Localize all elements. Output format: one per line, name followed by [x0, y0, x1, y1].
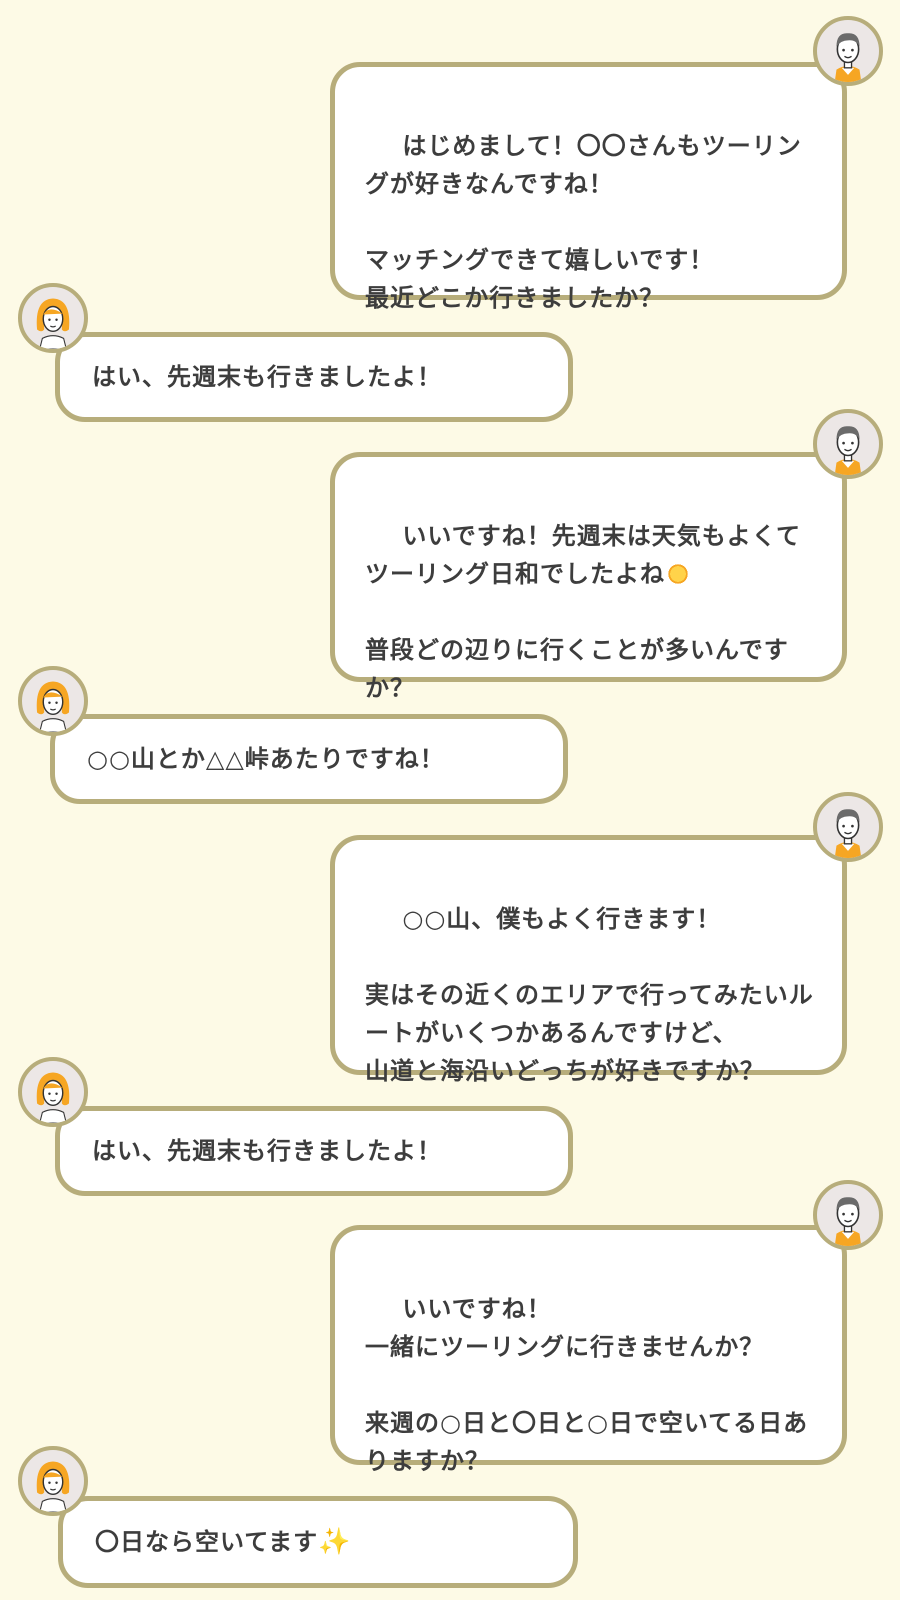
sparkles-emoji-icon: ✨	[318, 1527, 352, 1557]
message-text-continued: 普段どの辺りに行くことが多いんですか？	[365, 636, 789, 702]
chat-message-left: 〇日なら空いてます ✨	[58, 1496, 578, 1588]
chat-message-left: ○○山とか△△峠あたりですね！	[50, 714, 568, 804]
chat-thread: はじめまして！〇〇さんもツーリングが好きなんですね！ マッチングできて嬉しいです…	[0, 0, 900, 1600]
chat-message-left: はい、先週末も行きましたよ！	[55, 332, 573, 422]
message-text: ○○山とか△△峠あたりですね！	[87, 745, 445, 773]
chat-message-right: はじめまして！〇〇さんもツーリングが好きなんですね！ マッチングできて嬉しいです…	[330, 62, 847, 312]
male-avatar-icon	[813, 1180, 883, 1250]
message-text: いいですね！ 一緒にツーリングに行きませんか？ 来週の○日と〇日と○日で空いてる…	[365, 1295, 809, 1475]
male-avatar-icon	[813, 792, 883, 862]
message-text: はい、先週末も行きましたよ！	[92, 363, 442, 391]
message-text: はい、先週末も行きましたよ！	[92, 1137, 442, 1165]
message-text: はじめまして！〇〇さんもツーリングが好きなんですね！ マッチングできて嬉しいです…	[365, 132, 802, 312]
chat-message-right: いいですね！先週末は天気もよくてツーリング日和でしたよね 普段どの辺りに行くこと…	[330, 452, 847, 702]
female-avatar-icon	[18, 1446, 88, 1516]
chat-message-right: ○○山、僕もよく行きます！ 実はその近くのエリアで行ってみたいルートがいくつかあ…	[330, 835, 847, 1085]
chat-message-right: いいですね！ 一緒にツーリングに行きませんか？ 来週の○日と〇日と○日で空いてる…	[330, 1225, 847, 1475]
female-avatar-icon	[18, 283, 88, 353]
female-avatar-icon	[18, 1057, 88, 1127]
female-avatar-icon	[18, 666, 88, 736]
message-text: ○○山、僕もよく行きます！ 実はその近くのエリアで行ってみたいルートがいくつかあ…	[365, 905, 814, 1085]
message-text: 〇日なら空いてます	[95, 1528, 319, 1556]
male-avatar-icon	[813, 16, 883, 86]
chat-message-left: はい、先週末も行きましたよ！	[55, 1106, 573, 1196]
male-avatar-icon	[813, 409, 883, 479]
message-text: いいですね！先週末は天気もよくてツーリング日和でしたよね	[365, 522, 801, 588]
sun-emoji-icon	[667, 563, 689, 585]
